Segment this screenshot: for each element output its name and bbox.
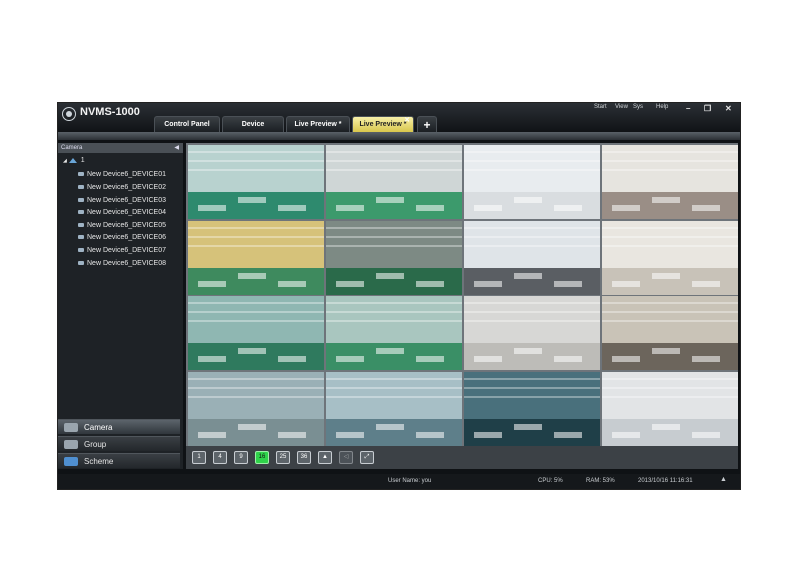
- video-tile[interactable]: [188, 371, 324, 446]
- menu-help[interactable]: Help: [656, 104, 668, 110]
- layout-16-button[interactable]: 16: [255, 451, 269, 464]
- camera-icon: [78, 248, 84, 253]
- camera-icon: [78, 172, 84, 177]
- collapse-icon[interactable]: ◀: [174, 143, 179, 153]
- video-tile[interactable]: [188, 220, 324, 295]
- layout-custom-icon[interactable]: ▲: [318, 451, 332, 464]
- tree-item-device06[interactable]: New Device6_DEVICE06: [78, 234, 166, 241]
- tree-root[interactable]: ◢ 1: [63, 157, 85, 164]
- tree-item-device03[interactable]: New Device6_DEVICE03: [78, 197, 166, 204]
- video-tile[interactable]: [326, 145, 462, 219]
- status-ram: RAM: 53%: [586, 478, 615, 484]
- tree-item-device05[interactable]: New Device6_DEVICE05: [78, 222, 166, 229]
- status-bar: User Name: you CPU: 5% RAM: 53% 2013/10/…: [58, 474, 740, 489]
- menu-sys[interactable]: Sys: [633, 104, 643, 110]
- tab-label: Live Preview *: [294, 121, 342, 128]
- tab-live-preview-2[interactable]: Live Preview * ✕: [352, 116, 414, 132]
- video-tile[interactable]: [464, 296, 600, 370]
- device-label: New Device6_DEVICE06: [87, 234, 166, 241]
- tab-label: Control Panel: [164, 121, 210, 128]
- device-label: New Device6_DEVICE02: [87, 184, 166, 191]
- device-label: New Device6_DEVICE08: [87, 260, 166, 267]
- expand-up-icon[interactable]: ▲: [720, 476, 727, 483]
- nvms-window: NVMS-1000 Start View Sys Help – ❐ ✕ Cont…: [58, 103, 740, 489]
- layout-1-button[interactable]: 1: [192, 451, 206, 464]
- tab-control-panel[interactable]: Control Panel: [154, 116, 220, 132]
- camera-icon: [78, 185, 84, 190]
- fullscreen-icon[interactable]: ⤢: [360, 451, 374, 464]
- app-logo-icon: [62, 107, 76, 121]
- camera-icon: [78, 223, 84, 228]
- device-label: New Device6_DEVICE04: [87, 209, 166, 216]
- device-label: New Device6_DEVICE03: [87, 197, 166, 204]
- expand-icon[interactable]: ◢: [63, 158, 67, 164]
- nav-label: Scheme: [84, 457, 114, 466]
- video-tile[interactable]: [464, 220, 600, 295]
- tree-item-device02[interactable]: New Device6_DEVICE02: [78, 184, 166, 191]
- camera-nav-icon: [64, 423, 78, 432]
- status-user: User Name: you: [388, 478, 432, 484]
- layout-25-button[interactable]: 25: [276, 451, 290, 464]
- previous-page-icon[interactable]: ◁: [339, 451, 353, 464]
- video-tile[interactable]: [602, 371, 738, 446]
- video-tile[interactable]: [188, 296, 324, 370]
- device-label: New Device6_DEVICE01: [87, 171, 166, 178]
- video-grid: [186, 143, 738, 446]
- nav-scheme[interactable]: Scheme: [58, 453, 180, 468]
- camera-icon: [78, 198, 84, 203]
- device-sidebar: Camera ◀ ◢ 1 New Device6_DEVICE01 New De…: [58, 143, 183, 469]
- tab-device[interactable]: Device: [222, 116, 284, 132]
- camera-icon: [78, 235, 84, 240]
- tree-root-label: 1: [80, 157, 85, 164]
- video-tile[interactable]: [326, 371, 462, 446]
- video-tile[interactable]: [326, 220, 462, 295]
- video-tile[interactable]: [464, 371, 600, 446]
- tree-item-device01[interactable]: New Device6_DEVICE01: [78, 171, 166, 178]
- nav-label: Camera: [84, 423, 113, 432]
- layout-4-button[interactable]: 4: [213, 451, 227, 464]
- nav-camera[interactable]: Camera: [58, 419, 180, 434]
- restore-icon[interactable]: ❐: [704, 104, 711, 113]
- video-tile[interactable]: [326, 296, 462, 370]
- camera-icon: [78, 210, 84, 215]
- tab-label: Device: [241, 121, 265, 128]
- divider: [58, 132, 740, 140]
- menu-start[interactable]: Start: [594, 104, 607, 110]
- group-nav-icon: [64, 440, 78, 449]
- tree-item-device08[interactable]: New Device6_DEVICE08: [78, 260, 166, 267]
- video-tile[interactable]: [602, 296, 738, 370]
- tab-label: Live Preview *: [359, 121, 407, 128]
- close-icon[interactable]: ✕: [725, 104, 732, 113]
- add-tab-icon[interactable]: +: [417, 116, 437, 132]
- tree-item-device04[interactable]: New Device6_DEVICE04: [78, 209, 166, 216]
- device-label: New Device6_DEVICE05: [87, 222, 166, 229]
- minimize-icon[interactable]: –: [686, 104, 690, 113]
- camera-icon: [78, 261, 84, 266]
- device-label: New Device6_DEVICE07: [87, 247, 166, 254]
- status-datetime: 2013/10/16 11:16:31: [638, 478, 693, 484]
- layout-36-button[interactable]: 36: [297, 451, 311, 464]
- nav-label: Group: [84, 440, 107, 449]
- video-tile[interactable]: [464, 145, 600, 219]
- tab-close-icon[interactable]: ✕: [404, 113, 410, 129]
- video-tile[interactable]: [602, 145, 738, 219]
- sidebar-title: Camera: [61, 145, 83, 151]
- app-title: NVMS-1000: [80, 106, 140, 118]
- layout-toolbar: 1 4 9 16 25 36 ▲ ◁ ⤢: [186, 446, 738, 469]
- status-cpu: CPU: 5%: [538, 478, 563, 484]
- nav-group[interactable]: Group: [58, 436, 180, 451]
- scheme-nav-icon: [64, 457, 78, 466]
- home-icon: [68, 157, 77, 163]
- menu-view[interactable]: View: [615, 104, 628, 110]
- layout-9-button[interactable]: 9: [234, 451, 248, 464]
- video-tile[interactable]: [188, 145, 324, 219]
- tree-item-device07[interactable]: New Device6_DEVICE07: [78, 247, 166, 254]
- title-bar: NVMS-1000 Start View Sys Help – ❐ ✕ Cont…: [58, 103, 740, 132]
- sidebar-header: Camera ◀: [58, 143, 183, 153]
- video-tile[interactable]: [602, 220, 738, 295]
- tab-live-preview-1[interactable]: Live Preview *: [286, 116, 350, 132]
